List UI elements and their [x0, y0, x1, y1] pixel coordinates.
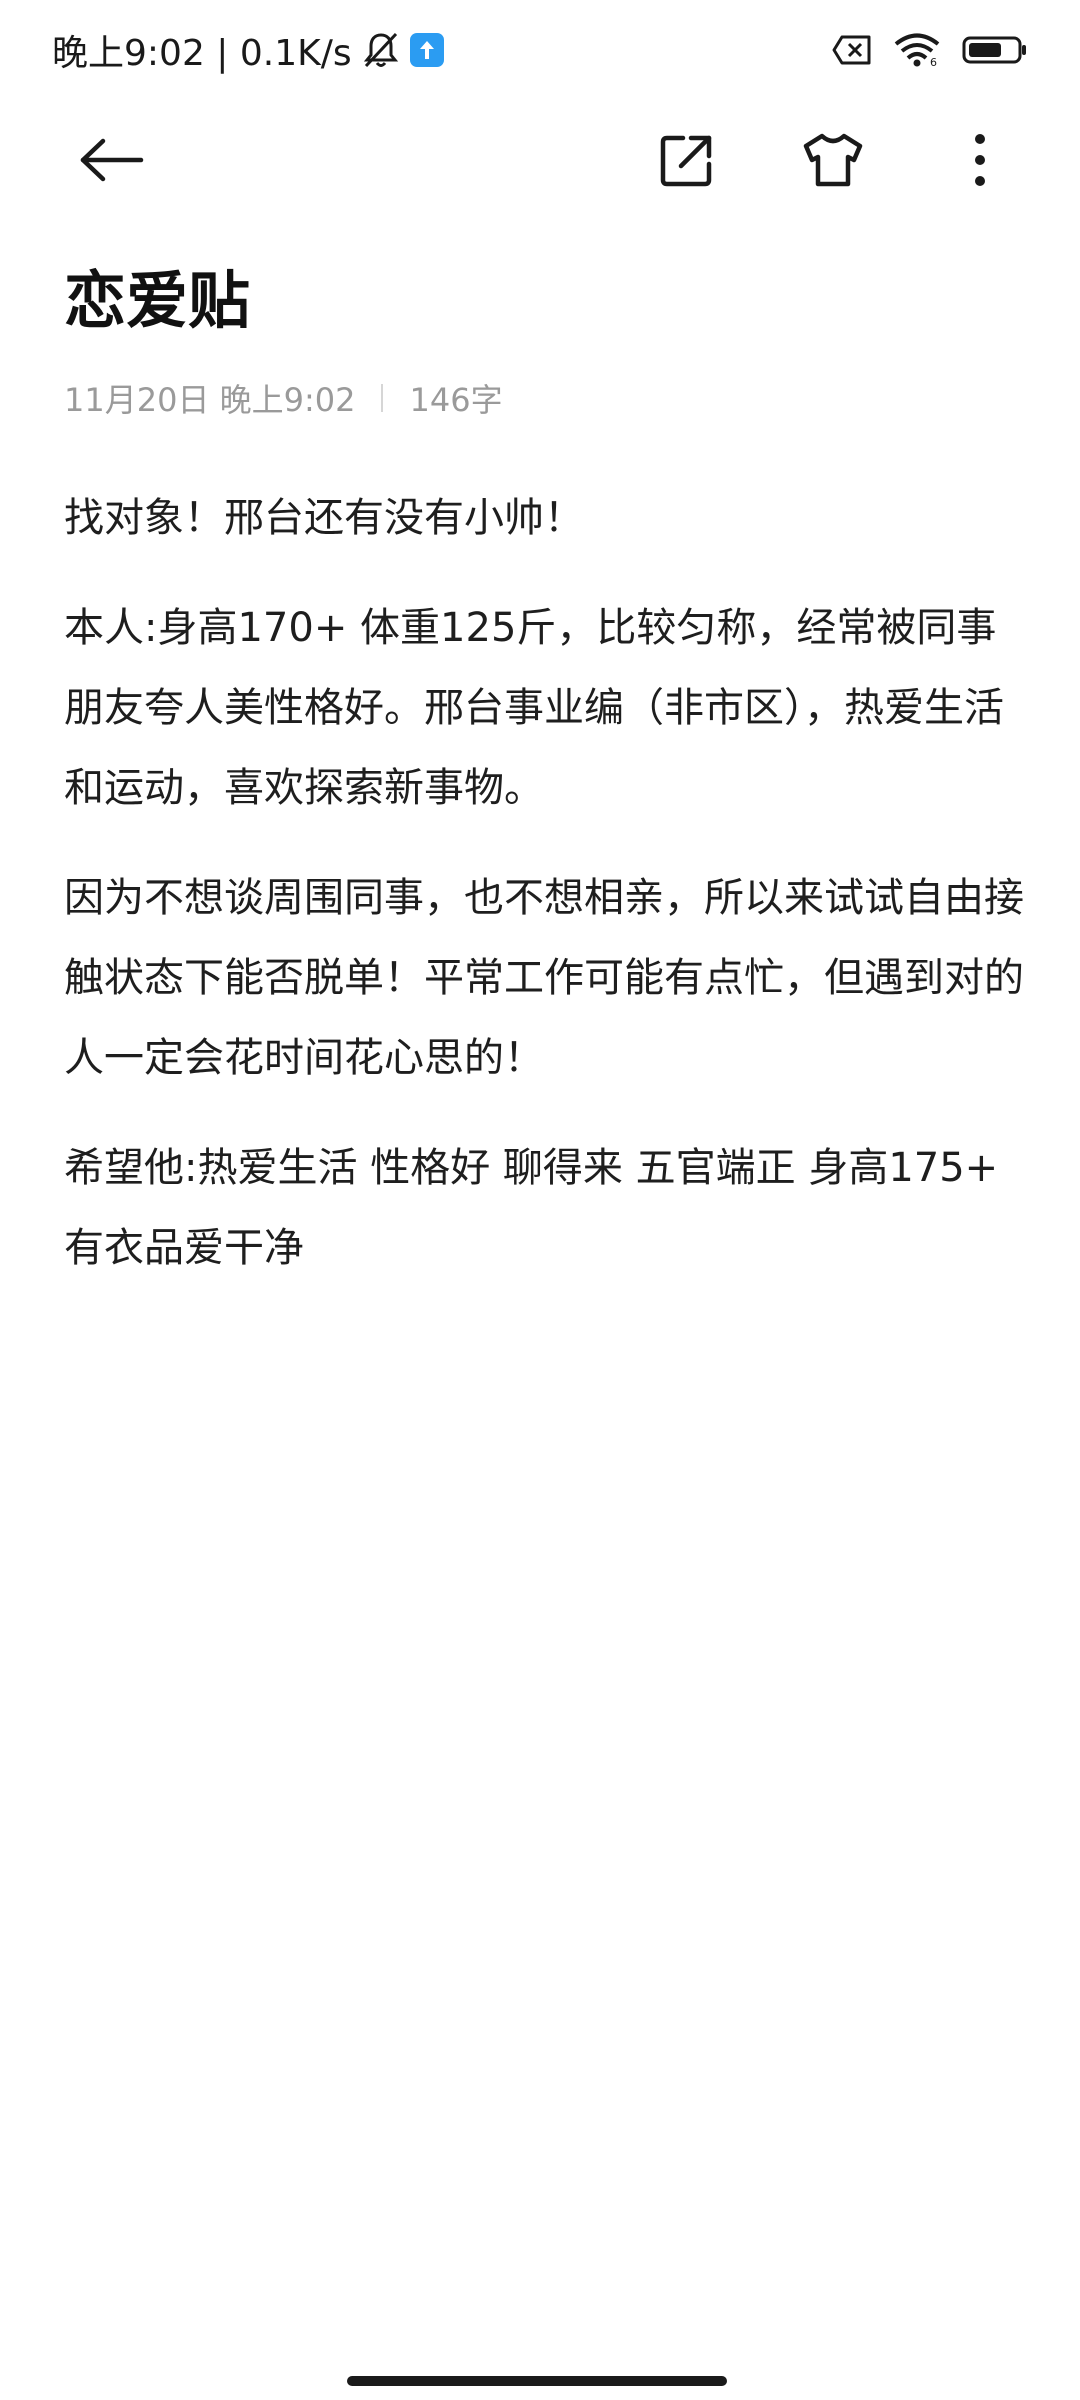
note-meta: 11月20日 晚上9:02 146字	[64, 378, 503, 419]
note-date: 11月20日 晚上9:02	[64, 381, 356, 419]
more-options-button[interactable]	[930, 110, 1030, 210]
theme-shirt-icon	[802, 132, 864, 188]
note-paragraph[interactable]: 找对象！邢台还有没有小帅！	[64, 478, 1024, 558]
status-left: 晚上9:02 | 0.1K/s	[52, 24, 444, 76]
note-title[interactable]: 恋爱贴	[64, 250, 250, 340]
theme-button[interactable]	[783, 110, 883, 210]
status-right: 6	[832, 33, 1028, 67]
more-icon	[973, 133, 987, 187]
note-paragraph[interactable]: 因为不想谈周围同事，也不想相亲，所以来试试自由接触状态下能否脱单！平常工作可能有…	[64, 858, 1024, 1098]
back-button[interactable]	[62, 110, 162, 210]
note-detail-screen: 晚上9:02 | 0.1K/s 6 恋爱贴 11月20日 晚上9:02 146字…	[0, 0, 1080, 2400]
note-body[interactable]: 找对象！邢台还有没有小帅！ 本人:身高170+ 体重125斤，比较匀称，经常被同…	[64, 478, 1024, 1318]
back-arrow-icon	[79, 137, 145, 183]
note-paragraph[interactable]: 本人:身高170+ 体重125斤，比较匀称，经常被同事朋友夸人美性格好。邢台事业…	[64, 588, 1024, 828]
home-indicator[interactable]	[347, 2376, 727, 2386]
status-bar: 晚上9:02 | 0.1K/s 6	[0, 0, 1080, 100]
meta-divider	[381, 384, 384, 412]
no-sim-icon	[832, 35, 872, 65]
upload-notification-icon	[409, 33, 444, 67]
top-toolbar	[0, 100, 1080, 220]
note-paragraph[interactable]: 希望他:热爱生活 性格好 聊得来 五官端正 身高175+ 有衣品爱干净	[64, 1128, 1024, 1288]
battery-icon	[962, 35, 1028, 65]
status-time-speed: 晚上9:02 | 0.1K/s	[52, 33, 352, 74]
wifi-icon: 6	[894, 33, 940, 67]
svg-text:6: 6	[930, 56, 937, 67]
share-button[interactable]	[637, 110, 737, 210]
share-icon	[659, 132, 715, 188]
bell-muted-icon	[362, 30, 400, 70]
note-word-count: 146字	[409, 381, 503, 419]
